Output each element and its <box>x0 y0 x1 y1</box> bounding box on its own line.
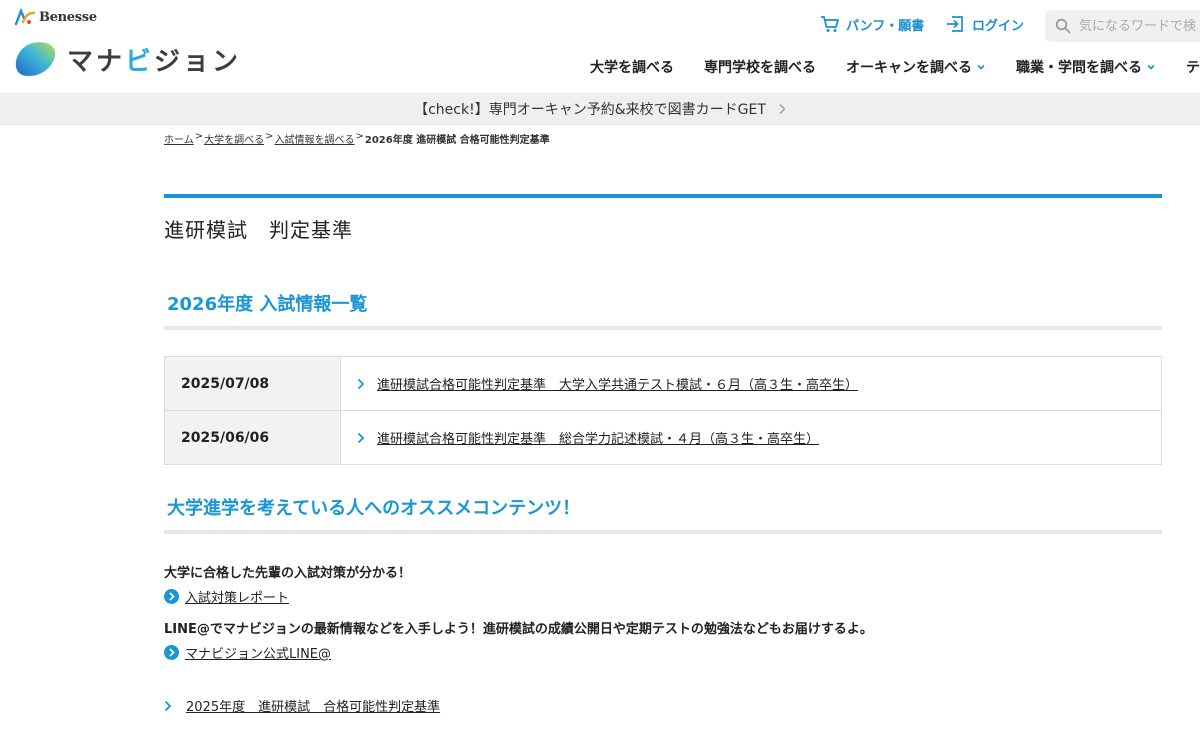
nav-careers[interactable]: 職業・学問を調べる <box>1016 57 1156 77</box>
prev-year-criteria-link[interactable]: 2025年度 進研模試 合格可能性判定基準 <box>186 696 440 715</box>
title-divider <box>164 194 1162 198</box>
banner-text: 【check!】専門オーキャン予約&来校で図書カードGET <box>414 101 766 118</box>
breadcrumb: ホーム > 大学を調べる > 入試情報を調べる > 2026年度 進研模試 合格… <box>164 131 550 146</box>
recommend-item: LINE@でマナビジョンの最新情報などを入手しよう！進研模試の成績公開日や定期テ… <box>164 618 1162 662</box>
benesse-logo[interactable]: Benesse <box>14 8 97 26</box>
login-link[interactable]: ログイン <box>946 14 1024 34</box>
manavision-logo[interactable]: マナビジョン <box>13 40 241 78</box>
search-icon <box>1055 18 1071 34</box>
recommend-heading: 大学に合格した先輩の入試対策が分かる！ <box>164 566 412 581</box>
row-link-cell: 進研模試合格可能性判定基準 総合学力記述模試・４月（高３生・高卒生） <box>340 410 1162 465</box>
search-input[interactable] <box>1079 18 1200 34</box>
pamphlet-link[interactable]: パンフ・願書 <box>820 14 924 34</box>
cart-icon <box>821 16 839 32</box>
login-label: ログイン <box>972 18 1025 34</box>
table-row: 2025/06/06 進研模試合格可能性判定基準 総合学力記述模試・４月（高３生… <box>164 410 1162 465</box>
chevron-right-icon <box>779 103 786 114</box>
table-row: 2025/07/08 進研模試合格可能性判定基準 大学入学共通テスト模試・６月（… <box>164 356 1162 411</box>
search-box <box>1045 10 1200 42</box>
breadcrumb-university[interactable]: 大学を調べる <box>204 131 264 146</box>
chevron-down-icon <box>1147 64 1155 70</box>
breadcrumb-exam-info[interactable]: 入試情報を調べる <box>274 131 354 146</box>
circle-arrow-right-icon <box>164 589 179 604</box>
row-link-cell: 進研模試合格可能性判定基準 大学入学共通テスト模試・６月（高３生・高卒生） <box>340 356 1162 411</box>
recommend-heading: LINE@でマナビジョンの最新情報などを入手しよう！進研模試の成績公開日や定期テ… <box>164 622 873 637</box>
nav-vocational-school[interactable]: 専門学校を調べる <box>704 57 816 77</box>
line-official-link[interactable]: マナビジョン公式LINE@ <box>185 643 331 662</box>
row-date: 2025/06/06 <box>164 410 341 465</box>
nav-open-campus[interactable]: オーキャンを調べる <box>846 57 986 77</box>
chevron-right-icon <box>164 700 172 711</box>
breadcrumb-current: 2026年度 進研模試 合格可能性判定基準 <box>364 135 550 146</box>
main-content: 進研模試 判定基準 2026年度 入試情報一覧 2025/07/08 進研模試合… <box>164 194 1162 715</box>
pamphlet-label: パンフ・願書 <box>846 18 925 34</box>
chevron-right-icon <box>357 432 365 443</box>
manavision-logo-icon <box>15 42 56 76</box>
logo-text: マナビジョン <box>67 46 242 77</box>
recommend-section-title: 大学進学を考えている人へのオススメコンテンツ！ <box>164 494 1162 534</box>
chevron-down-icon <box>977 64 985 70</box>
page-title: 進研模試 判定基準 <box>164 218 353 242</box>
recommend-link-row: マナビジョン公式LINE@ <box>164 643 1162 662</box>
site-header: Benesse マナビジョン パンフ・願書 ログイン 気になるワードで検 大学を… <box>0 0 1200 93</box>
chevron-right-icon <box>357 378 365 389</box>
exam-criteria-link[interactable]: 進研模試合格可能性判定基準 総合学力記述模試・４月（高３生・高卒生） <box>377 428 819 447</box>
global-nav: 大学を調べる 専門学校を調べる オーキャンを調べる 職業・学問を調べる テスト <box>590 57 1200 77</box>
row-date: 2025/07/08 <box>164 356 341 411</box>
exam-info-table: 2025/07/08 進研模試合格可能性判定基準 大学入学共通テスト模試・６月（… <box>164 356 1162 465</box>
circle-arrow-right-icon <box>164 645 179 660</box>
exam-section-title: 2026年度 入試情報一覧 <box>164 290 1162 330</box>
prev-year-link-row: 2025年度 進研模試 合格可能性判定基準 <box>164 696 440 715</box>
nav-test[interactable]: テスト <box>1186 57 1200 77</box>
breadcrumb-home[interactable]: ホーム <box>164 131 194 146</box>
nav-university[interactable]: 大学を調べる <box>590 57 674 77</box>
promo-banner[interactable]: 【check!】専門オーキャン予約&来校で図書カードGET <box>0 93 1200 125</box>
benesse-label: Benesse <box>39 9 97 25</box>
benesse-mark-icon <box>14 8 36 26</box>
login-icon <box>947 16 963 32</box>
recommend-link-row: 入試対策レポート <box>164 587 1162 606</box>
exam-criteria-link[interactable]: 進研模試合格可能性判定基準 大学入学共通テスト模試・６月（高３生・高卒生） <box>377 374 858 393</box>
exam-report-link[interactable]: 入試対策レポート <box>185 587 289 606</box>
recommend-item: 大学に合格した先輩の入試対策が分かる！ 入試対策レポート <box>164 562 1162 606</box>
